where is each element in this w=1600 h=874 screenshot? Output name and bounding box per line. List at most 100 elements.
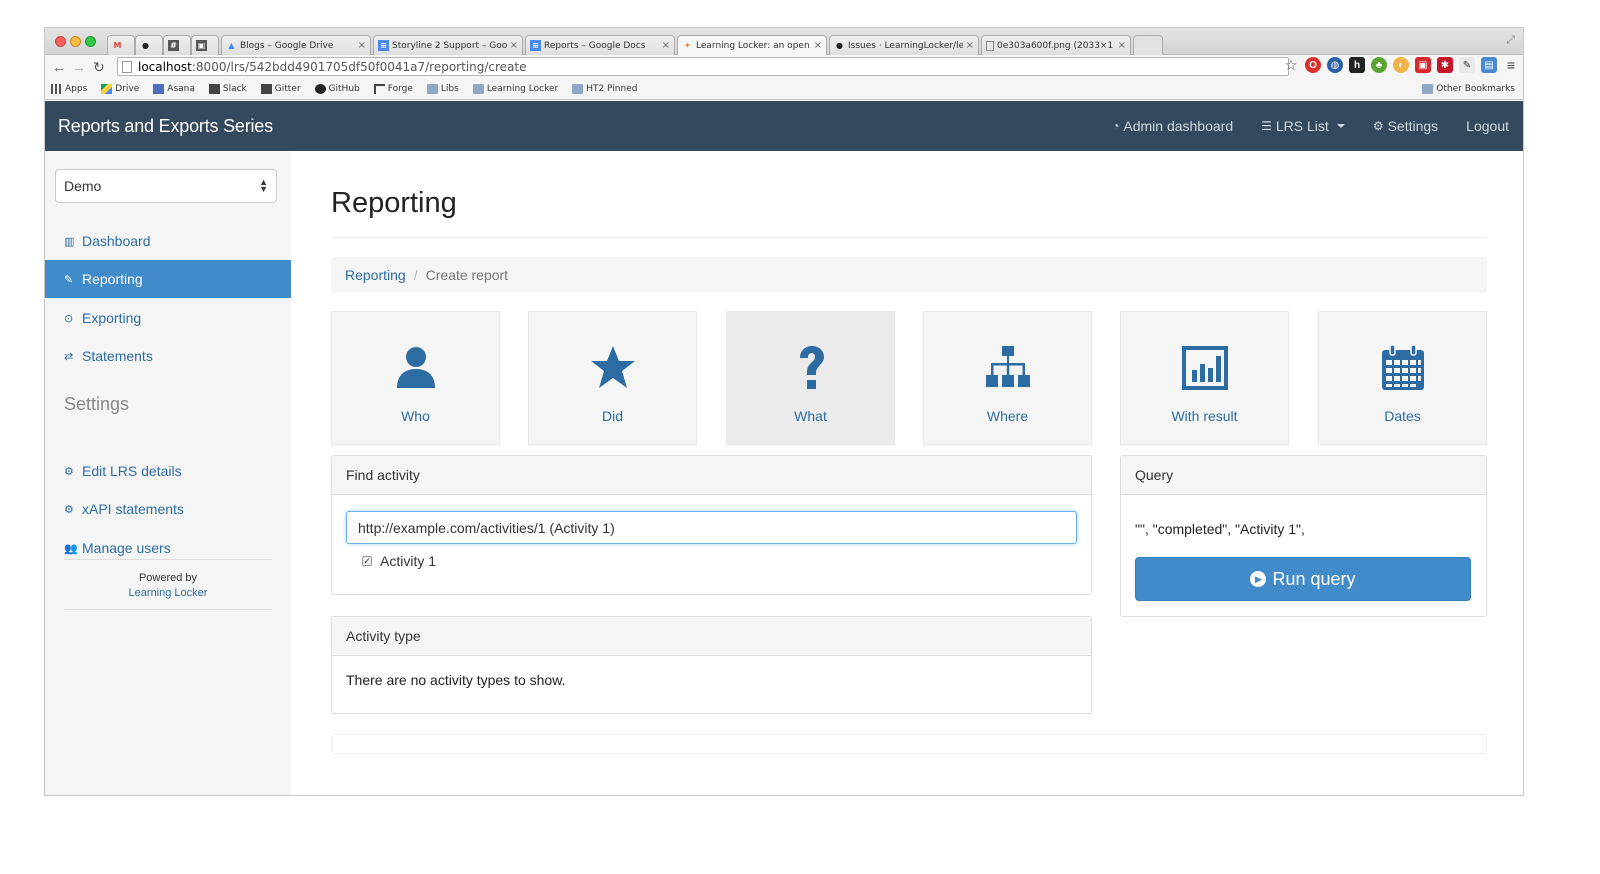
tile-label: Dates [1384,408,1421,424]
gitter-icon [260,84,272,94]
bookmark-github[interactable]: GitHub [314,84,360,94]
page-title: Reporting [331,187,457,219]
tab-close-icon[interactable]: × [1118,40,1126,51]
lrs-list-dropdown[interactable]: ☰ LRS List [1261,118,1345,134]
find-activity-panel: Find activity http://example.com/activit… [331,455,1092,595]
zoom-window-button[interactable] [85,36,96,47]
browser-tab-github[interactable]: ● [135,35,163,55]
hash-icon: # [168,40,179,51]
activity-checkbox-row[interactable]: ✓ Activity 1 [362,553,436,569]
sidebar-item-reporting[interactable]: ✎ Reporting [45,260,291,298]
slack-icon [208,84,220,94]
user-icon [396,347,435,388]
tab-close-icon[interactable]: × [814,40,822,51]
activity-search-input[interactable]: http://example.com/activities/1 (Activit… [346,511,1077,544]
settings-heading: Settings [64,394,130,414]
tile-label: Where [986,408,1029,424]
browser-tab-gmail[interactable]: M [107,35,135,55]
sidebar-item-label: Edit LRS details [82,463,182,479]
bookmark-slack[interactable]: Slack [208,84,247,94]
tab-close-icon[interactable]: × [358,40,366,51]
tab-close-icon[interactable]: × [662,40,670,51]
bookmark-label: HT2 Pinned [586,84,638,94]
breadcrumb-reporting-link[interactable]: Reporting [345,267,406,283]
tile-who[interactable]: Who [331,311,500,445]
close-window-button[interactable] [55,36,66,47]
github-icon: ● [836,41,843,50]
activity-type-empty-text: There are no activity types to show. [346,672,566,688]
bookmark-forge[interactable]: Forge [373,84,413,94]
bookmark-label: Forge [387,84,413,94]
browser-tab[interactable]: ▲ Blogs – Google Drive × [221,35,371,55]
chrome-menu-icon[interactable]: ≡ [1503,57,1519,73]
learning-locker-link[interactable]: Learning Locker [64,587,272,599]
brand-title[interactable]: Reports and Exports Series [58,116,273,137]
browser-tab-active[interactable]: ✦ Learning Locker: an open × [677,35,827,55]
sidebar-item-statements[interactable]: ⇄ Statements [45,337,291,375]
tile-where[interactable]: Where [923,311,1092,445]
sitemap-icon [985,346,1030,387]
browser-tab-box[interactable]: ▣ [191,35,219,55]
browser-tab[interactable]: 0e303a600f.png (2033×1 × [981,35,1131,55]
opera-extension-icon[interactable]: O [1305,57,1321,73]
tab-close-icon[interactable]: × [510,40,518,51]
evernote-extension-icon[interactable]: ♣ [1371,57,1387,73]
lrs-select[interactable]: Demo ▲ ▼ [55,169,277,203]
activity-checkbox-label: Activity 1 [380,553,437,569]
reload-icon[interactable]: ↻ [89,59,109,76]
pen-extension-icon[interactable]: ✎ [1459,57,1475,73]
bookmark-ht2-pinned[interactable]: HT2 Pinned [572,84,637,94]
tab-strip: M ● # ▣ ▲ Blogs – Google Drive × ≡ Story… [45,28,1523,55]
tile-dates[interactable]: Dates [1318,311,1487,445]
browser-tab-hash[interactable]: # [163,35,191,55]
bookmark-gitter[interactable]: Gitter [260,84,301,94]
admin-dashboard-link[interactable]: ◔ Admin dashboard [1112,118,1233,134]
settings-link[interactable]: ⚙ Settings [1373,118,1438,134]
query-text: "", "completed", "Activity 1", [1135,521,1305,537]
calendar-icon [1381,344,1424,390]
bookmark-drive[interactable]: Drive [101,84,139,94]
bookmark-label: Slack [222,84,247,94]
bookmark-learning-locker[interactable]: Learning Locker [472,84,558,94]
sidebar-item-dashboard[interactable]: ▥ Dashboard [45,222,291,260]
globe-extension-icon[interactable]: ◍ [1327,57,1343,73]
bookmark-apps[interactable]: Apps [51,84,87,94]
forward-icon[interactable]: → [69,59,89,75]
bookmark-other[interactable]: Other Bookmarks [1422,84,1515,94]
browser-tab[interactable]: ≡ Reports – Google Docs × [525,35,675,55]
activity-checkbox[interactable]: ✓ [362,556,372,566]
run-query-button[interactable]: ▶ Run query [1135,557,1471,601]
tile-did[interactable]: Did [528,311,697,445]
sidebar-item-xapi-statements[interactable]: ⚙ xAPI statements [45,490,291,528]
browser-tab[interactable]: ● Issues · LearningLocker/le × [829,35,979,55]
bookmark-libs[interactable]: Libs [426,84,459,94]
tile-with-result[interactable]: With result [1120,311,1289,445]
fullscreen-icon[interactable]: ⤢ [1506,34,1515,47]
back-icon[interactable]: ← [49,59,69,75]
breadcrumb-separator: / [413,267,418,283]
bookmark-label: Asana [167,84,195,94]
asterisk-extension-icon[interactable]: ✱ [1437,57,1453,73]
todo-extension-icon[interactable]: ▣ [1415,57,1431,73]
list-icon: ☰ [1261,119,1272,133]
tab-close-icon[interactable]: × [966,40,974,51]
sidebar-item-exporting[interactable]: ⊙ Exporting [45,299,291,337]
drive-icon: ▲ [228,41,235,50]
h-extension-icon[interactable]: h [1349,57,1365,73]
url-field[interactable]: localhost:8000/lrs/542bdd4901705df50f004… [117,57,1289,76]
bookmark-asana[interactable]: Asana [153,84,195,94]
box-extension-icon[interactable]: ▤ [1481,57,1497,73]
sidebar-item-edit-lrs[interactable]: ⚙ Edit LRS details [45,452,291,490]
folder-icon [472,84,484,94]
exchange-icon: ⇄ [64,350,74,363]
file-icon [986,40,994,51]
cookie-extension-icon[interactable]: ◐ [1393,57,1409,73]
logout-link[interactable]: Logout [1466,118,1509,134]
bookmark-label: Apps [65,84,88,94]
bookmark-star-icon[interactable]: ☆ [1283,57,1299,74]
breadcrumb: Reporting / Create report [331,257,1487,293]
minimize-window-button[interactable] [70,36,81,47]
new-tab-button[interactable] [1133,35,1163,55]
tile-what[interactable]: What [726,311,895,445]
browser-tab[interactable]: ≡ Storyline 2 Support – Goo × [373,35,523,55]
